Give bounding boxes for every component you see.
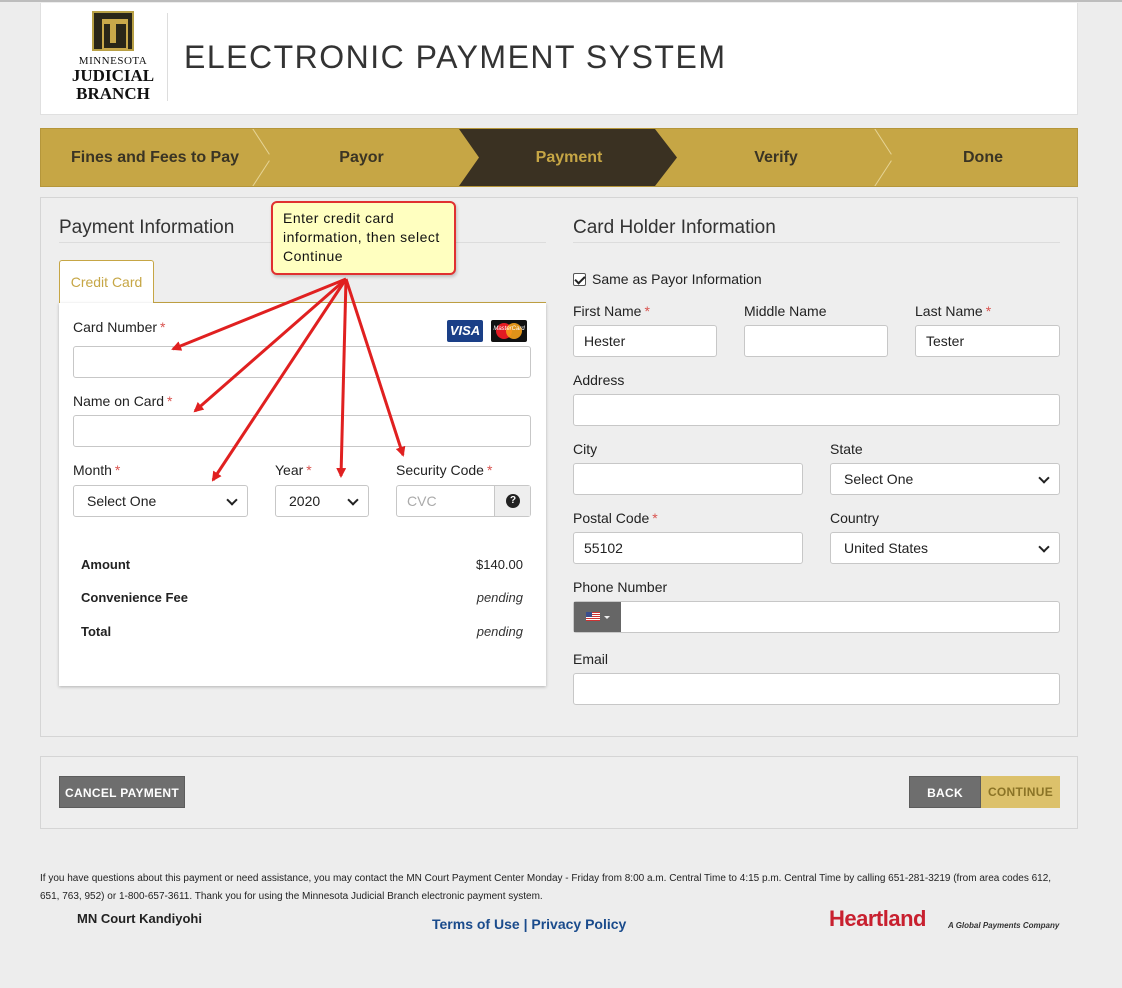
name-on-card-input[interactable]	[73, 415, 531, 447]
mastercard-icon: MasterCard	[491, 320, 527, 342]
visa-icon: VISA	[447, 320, 483, 342]
card-holder-title: Card Holder Information	[573, 217, 776, 238]
logo-line-3: BRANCH	[76, 84, 150, 103]
postal-code-input[interactable]: 55102	[573, 532, 803, 564]
step-payment[interactable]: Payment	[479, 129, 659, 186]
judicial-branch-logo: MINNESOTA JUDICIAL BRANCH	[71, 11, 155, 107]
email-input[interactable]	[573, 673, 1060, 705]
middle-name-label: Middle Name	[744, 303, 827, 319]
amount-value: $140.00	[476, 557, 523, 572]
month-select[interactable]: Select One	[73, 485, 248, 517]
name-on-card-label: Name on Card *	[73, 393, 173, 409]
terms-of-use-link[interactable]: Terms of Use	[432, 916, 520, 932]
step-payor[interactable]: Payor	[269, 129, 454, 186]
privacy-policy-link[interactable]: Privacy Policy	[531, 916, 626, 932]
site-header: MINNESOTA JUDICIAL BRANCH ELECTRONIC PAY…	[40, 3, 1078, 115]
card-number-label: Card Number *	[73, 319, 166, 335]
total-label: Total	[81, 624, 112, 639]
state-label: State	[830, 441, 863, 457]
continue-button[interactable]: CONTINUE	[981, 776, 1060, 808]
security-code-label: Security Code *	[396, 462, 493, 478]
us-flag-icon	[586, 612, 600, 621]
country-label: Country	[830, 510, 880, 526]
phone-number-label: Phone Number	[573, 579, 668, 595]
year-label: Year *	[275, 462, 312, 478]
address-label: Address	[573, 372, 625, 388]
step-done[interactable]: Done	[887, 129, 1077, 186]
first-name-input[interactable]: Hester	[573, 325, 717, 357]
postal-code-label: Postal Code *	[573, 510, 658, 526]
country-select[interactable]: United States	[830, 532, 1060, 564]
convenience-fee-value: pending	[476, 590, 523, 605]
credit-card-form: Card Number * VISA MasterCard Name on Car…	[59, 303, 546, 686]
heartland-logo: Heartland	[829, 906, 926, 931]
last-name-label: Last Name *	[915, 303, 992, 319]
back-button[interactable]: BACK	[909, 776, 981, 808]
step-fines-and-fees[interactable]: Fines and Fees to Pay	[41, 129, 269, 186]
form-actions: CANCEL PAYMENT BACK CONTINUE	[40, 756, 1078, 829]
section-divider	[573, 242, 1060, 243]
header-divider	[167, 13, 168, 101]
country-code-dropdown[interactable]	[574, 602, 621, 632]
same-as-payor-label: Same as Payor Information	[592, 271, 762, 287]
top-border	[0, 0, 1122, 2]
progress-steps: Fines and Fees to Pay Payor Payment Veri…	[40, 128, 1078, 187]
contact-info: If you have questions about this payment…	[40, 873, 1052, 902]
state-select[interactable]: Select One	[830, 463, 1060, 495]
month-label: Month *	[73, 462, 121, 478]
logo-line-2: JUDICIAL	[71, 66, 155, 85]
city-input[interactable]	[573, 463, 803, 495]
card-number-input[interactable]	[73, 346, 531, 378]
court-name: MN Court Kandiyohi	[77, 911, 202, 926]
question-icon: ?	[506, 494, 520, 508]
year-select[interactable]: 2020	[275, 485, 369, 517]
payment-form-panel: Payment Information Credit Card Card Num…	[40, 197, 1078, 737]
instruction-callout: Enter credit card information, then sele…	[271, 201, 456, 275]
caret-down-icon	[604, 616, 610, 619]
first-name-label: First Name *	[573, 303, 650, 319]
phone-number-input[interactable]	[573, 601, 1060, 633]
chevron-down-icon	[347, 494, 359, 506]
total-value: pending	[476, 624, 523, 639]
chevron-down-icon	[1038, 541, 1050, 553]
middle-name-input[interactable]	[744, 325, 888, 357]
footer-links: Terms of Use | Privacy Policy	[432, 916, 626, 932]
amount-label: Amount	[81, 557, 131, 572]
site-title: ELECTRONIC PAYMENT SYSTEM	[184, 39, 727, 75]
tab-credit-card[interactable]: Credit Card	[59, 260, 154, 303]
chevron-down-icon	[226, 494, 238, 506]
payment-information-title: Payment Information	[59, 217, 235, 238]
convenience-fee-label: Convenience Fee	[81, 590, 188, 605]
chevron-down-icon	[1038, 472, 1050, 484]
same-as-payor-checkbox[interactable]	[573, 273, 586, 286]
step-verify[interactable]: Verify	[677, 129, 875, 186]
security-code-help-button[interactable]: ?	[494, 486, 530, 516]
security-code-input[interactable]: CVC ?	[396, 485, 531, 517]
address-input[interactable]	[573, 394, 1060, 426]
link-separator: |	[523, 916, 528, 932]
global-payments-tagline: A Global Payments Company	[948, 921, 1060, 930]
courthouse-icon	[92, 11, 134, 51]
cancel-payment-button[interactable]: CANCEL PAYMENT	[59, 776, 185, 808]
email-label: Email	[573, 651, 609, 667]
last-name-input[interactable]: Tester	[915, 325, 1060, 357]
city-label: City	[573, 441, 598, 457]
